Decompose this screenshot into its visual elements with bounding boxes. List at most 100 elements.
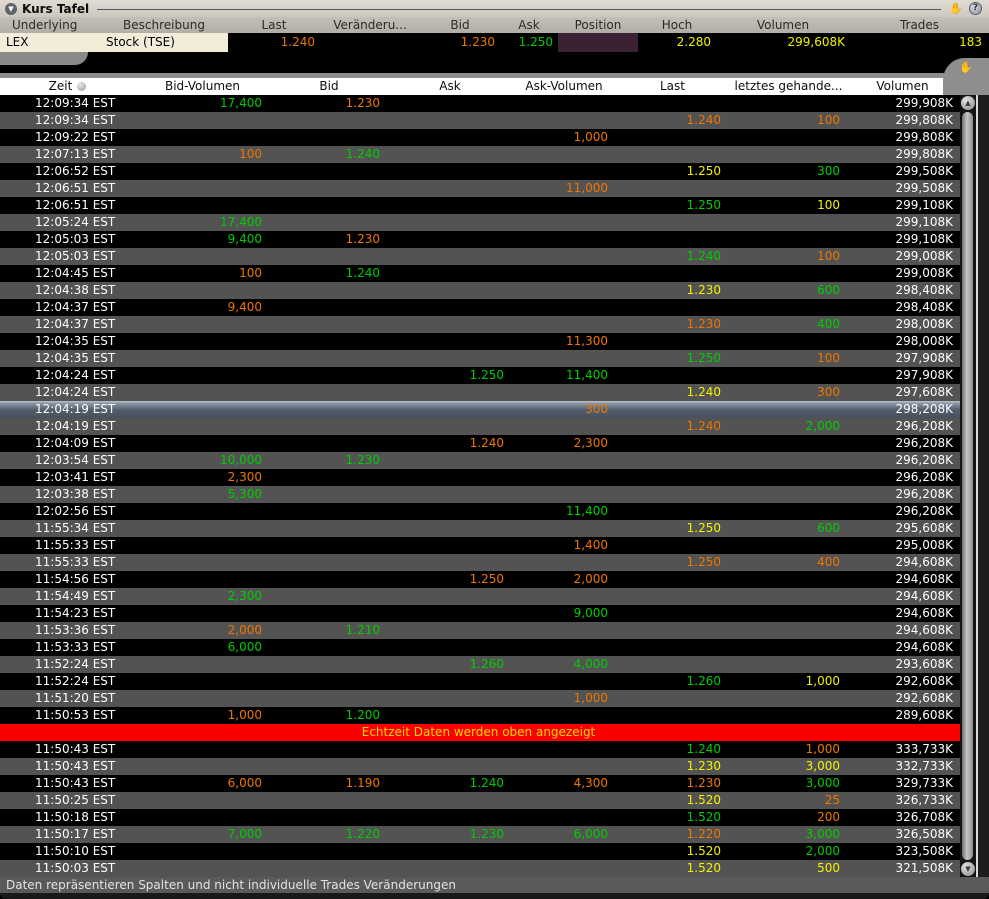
- quote-row[interactable]: 12:04:37 EST1.230400298,008K: [0, 316, 989, 333]
- help-icon[interactable]: ?: [969, 2, 982, 15]
- cell-volumen: 296,208K: [848, 418, 957, 435]
- quote-row[interactable]: 12:02:56 EST11,400296,208K: [0, 503, 989, 520]
- quote-row[interactable]: 12:04:37 EST9,400298,408K: [0, 299, 989, 316]
- cell-ask-volumen: [512, 554, 616, 571]
- quote-row[interactable]: 12:04:38 EST1.230600298,408K: [0, 282, 989, 299]
- quote-row[interactable]: 11:55:33 EST1,400295,008K: [0, 537, 989, 554]
- quote-row[interactable]: 12:04:24 EST1.25011,400297,908K: [0, 367, 989, 384]
- quote-summary-row[interactable]: LEX Stock (TSE) 1.240 1.230 1.250 2.280 …: [0, 33, 989, 52]
- quote-row[interactable]: 11:54:49 EST2,300294,608K: [0, 588, 989, 605]
- header-volumen[interactable]: Volumen: [716, 17, 850, 33]
- cell-bid-volumen: [135, 248, 270, 265]
- quote-row[interactable]: 11:53:36 EST2,0001.210294,608K: [0, 622, 989, 639]
- quote-row[interactable]: 11:50:43 EST1.2303,000332,733K: [0, 758, 989, 775]
- header-ask-volumen[interactable]: Ask-Volumen: [512, 78, 616, 95]
- quote-row[interactable]: 12:09:34 EST1.240100299,808K: [0, 112, 989, 129]
- quote-row[interactable]: 12:04:45 EST1001.240299,008K: [0, 265, 989, 282]
- cell-zeit: 12:09:34 EST: [0, 112, 135, 129]
- scroll-up-button[interactable]: ▲: [961, 96, 975, 110]
- quote-row[interactable]: 11:54:56 EST1.2502,000294,608K: [0, 571, 989, 588]
- quote-row[interactable]: 12:06:51 EST11,000299,508K: [0, 180, 989, 197]
- quote-row[interactable]: 12:03:54 EST10,0001.230296,208K: [0, 452, 989, 469]
- cell-letztes: [729, 214, 848, 231]
- header-volumen[interactable]: Volumen: [848, 78, 957, 95]
- cell-bid: [270, 180, 388, 197]
- header-letztes-gehandelt[interactable]: letztes gehande...: [729, 78, 848, 95]
- quote-row[interactable]: 12:09:22 EST1,000299,808K: [0, 129, 989, 146]
- cell-volumen: 333,733K: [848, 741, 957, 758]
- quote-row[interactable]: 11:50:17 EST7,0001.2201.2306,0001.2203,0…: [0, 826, 989, 843]
- quote-row[interactable]: 11:53:33 EST6,000294,608K: [0, 639, 989, 656]
- quote-row[interactable]: 11:52:24 EST1.2601,000292,608K: [0, 673, 989, 690]
- quote-row[interactable]: 11:50:43 EST1.2401,000333,733K: [0, 741, 989, 758]
- quote-row[interactable]: 11:54:23 EST9,000294,608K: [0, 605, 989, 622]
- quote-row[interactable]: 12:03:38 EST5,300296,208K: [0, 486, 989, 503]
- quote-row[interactable]: 11:50:25 EST1.52025326,733K: [0, 792, 989, 809]
- quote-row[interactable]: 12:06:51 EST1.250100299,108K: [0, 197, 989, 214]
- hand-icon[interactable]: ✋: [959, 61, 973, 74]
- cell-letztes: 200: [729, 809, 848, 826]
- quote-row[interactable]: 12:04:09 EST1.2402,300296,208K: [0, 435, 989, 452]
- quote-row[interactable]: 11:51:20 EST1,000292,608K: [0, 690, 989, 707]
- chevron-down-icon: ▼: [8, 5, 13, 13]
- cell-bid-volumen: [135, 537, 270, 554]
- header-hoch[interactable]: Hoch: [638, 17, 716, 33]
- quote-row[interactable]: 12:07:13 EST1001.240299,808K: [0, 146, 989, 163]
- cell-ask: [388, 588, 512, 605]
- vertical-scrollbar[interactable]: ▲ ▼: [960, 95, 976, 877]
- cell-ask: [388, 605, 512, 622]
- quote-row[interactable]: 12:04:35 EST11,300298,008K: [0, 333, 989, 350]
- cell-ask-volumen: [512, 418, 616, 435]
- cell-letztes: [729, 401, 848, 418]
- cell-last: 1.230: [616, 775, 729, 792]
- header-zeit[interactable]: Zeit: [0, 78, 135, 95]
- cell-volumen: 299,908K: [848, 95, 957, 112]
- cell-ask-volumen: [512, 299, 616, 316]
- quote-row[interactable]: 11:50:10 EST1.5202,000323,508K: [0, 843, 989, 860]
- header-trades[interactable]: Trades: [850, 17, 989, 33]
- cell-ask: [388, 503, 512, 520]
- quote-row[interactable]: 12:05:24 EST17,400299,108K: [0, 214, 989, 231]
- quote-row[interactable]: 12:05:03 EST1.240100299,008K: [0, 248, 989, 265]
- quote-row[interactable]: 11:50:43 EST6,0001.1901.2404,3001.2303,0…: [0, 775, 989, 792]
- header-position[interactable]: Position: [558, 17, 638, 33]
- header-ask[interactable]: Ask: [500, 17, 558, 33]
- cell-bid: [270, 809, 388, 826]
- quote-row[interactable]: 11:50:53 EST1,0001.200289,608K: [0, 707, 989, 724]
- cell-bid: [270, 690, 388, 707]
- quote-row[interactable]: 12:04:19 EST300298,208K: [0, 401, 989, 418]
- cell-bid-volumen: [135, 503, 270, 520]
- cell-letztes: 400: [729, 554, 848, 571]
- quote-row[interactable]: 12:06:52 EST1.250300299,508K: [0, 163, 989, 180]
- hand-icon[interactable]: ✋: [949, 2, 963, 16]
- quote-row[interactable]: 11:55:34 EST1.250600295,608K: [0, 520, 989, 537]
- panel-menu-button[interactable]: ▼: [5, 3, 17, 15]
- quote-row[interactable]: 11:50:03 EST1.520500321,508K: [0, 860, 989, 877]
- cell-last: [616, 333, 729, 350]
- sort-icon: [77, 82, 86, 91]
- scrollbar-thumb[interactable]: [962, 112, 973, 860]
- header-bid[interactable]: Bid: [420, 17, 500, 33]
- header-veraenderung[interactable]: Veränderu...: [320, 17, 420, 33]
- scroll-down-button[interactable]: ▼: [961, 862, 975, 876]
- header-last[interactable]: Last: [616, 78, 729, 95]
- cell-bid: [270, 656, 388, 673]
- header-last[interactable]: Last: [228, 17, 320, 33]
- quote-row[interactable]: 11:55:33 EST1.250400294,608K: [0, 554, 989, 571]
- header-beschreibung[interactable]: Beschreibung: [100, 17, 228, 33]
- header-ask[interactable]: Ask: [388, 78, 512, 95]
- quote-row[interactable]: 11:52:24 EST1.2604,000293,608K: [0, 656, 989, 673]
- quote-row[interactable]: 12:05:03 EST9,4001.230299,108K: [0, 231, 989, 248]
- quote-row[interactable]: 12:04:24 EST1.240300297,608K: [0, 384, 989, 401]
- header-underlying[interactable]: Underlying: [0, 17, 100, 33]
- header-bid[interactable]: Bid: [270, 78, 388, 95]
- cell-bid-volumen: 10,000: [135, 452, 270, 469]
- quote-row[interactable]: 12:03:41 EST2,300296,208K: [0, 469, 989, 486]
- cell-zeit: 12:03:41 EST: [0, 469, 135, 486]
- quote-row[interactable]: 12:09:34 EST17,4001.230299,908K: [0, 95, 989, 112]
- quote-row[interactable]: 12:04:35 EST1.250100297,908K: [0, 350, 989, 367]
- header-bid-volumen[interactable]: Bid-Volumen: [135, 78, 270, 95]
- quote-row[interactable]: 12:04:19 EST1.2402,000296,208K: [0, 418, 989, 435]
- cell-bid-volumen: [135, 758, 270, 775]
- quote-row[interactable]: 11:50:18 EST1.520200326,708K: [0, 809, 989, 826]
